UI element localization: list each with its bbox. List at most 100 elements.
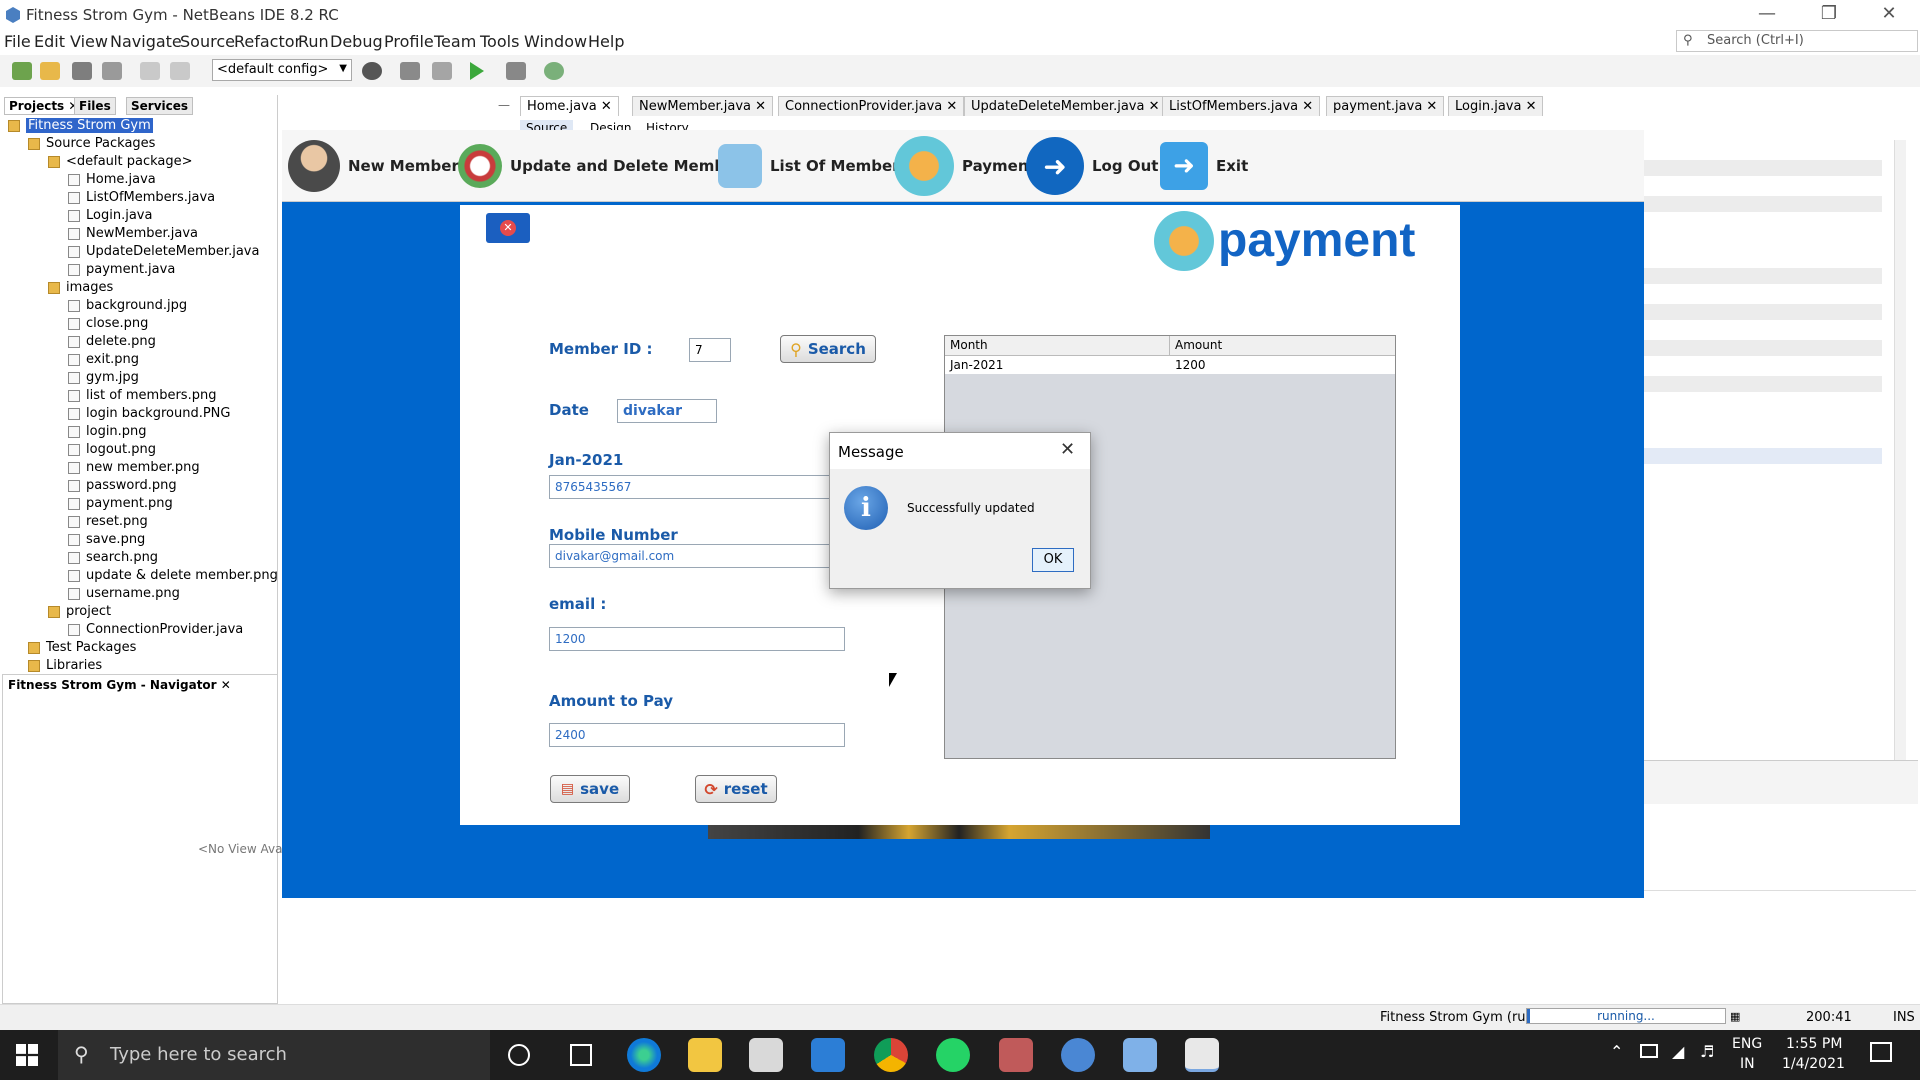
- menu-view[interactable]: View: [70, 32, 108, 51]
- dialog-close-icon[interactable]: ✕: [1060, 439, 1075, 460]
- new-member-button[interactable]: New Member: [288, 140, 459, 192]
- mobile-field[interactable]: 8765435567: [549, 475, 845, 499]
- qbittorrent-icon[interactable]: [1061, 1038, 1095, 1072]
- tab-listofmembers-java[interactable]: ListOfMembers.java ✕: [1162, 96, 1321, 116]
- new-project-icon[interactable]: [40, 62, 60, 80]
- tab-projects[interactable]: Projects ✕: [4, 97, 84, 115]
- tree-item[interactable]: gym.jpg: [68, 370, 139, 385]
- tree-item[interactable]: payment.png: [68, 496, 173, 511]
- undo-icon[interactable]: [140, 62, 160, 80]
- save-all-icon[interactable]: [102, 62, 122, 80]
- minimize-icon[interactable]: —: [1738, 0, 1796, 30]
- menu-window[interactable]: Window: [524, 32, 587, 51]
- tab-payment-java[interactable]: payment.java ✕: [1326, 96, 1445, 116]
- new-file-icon[interactable]: [12, 62, 32, 80]
- tree-item[interactable]: username.png: [68, 586, 180, 601]
- ide-search-input[interactable]: ⚲ Search (Ctrl+I): [1676, 30, 1918, 52]
- email-field[interactable]: divakar@gmail.com: [549, 544, 845, 568]
- tree-item[interactable]: background.jpg: [68, 298, 187, 313]
- tree-item[interactable]: UpdateDeleteMember.java: [68, 244, 259, 259]
- tree-item[interactable]: list of members.png: [68, 388, 216, 403]
- restore-icon[interactable]: ❐: [1800, 0, 1858, 30]
- config-select[interactable]: <default config> ▼: [212, 59, 352, 81]
- tab-files[interactable]: Files: [74, 97, 116, 115]
- tab-newmember-java[interactable]: NewMember.java ✕: [632, 96, 774, 116]
- tree-item[interactable]: save.png: [68, 532, 145, 547]
- date-field[interactable]: divakar: [617, 399, 717, 423]
- store-icon[interactable]: [749, 1038, 783, 1072]
- tree-item[interactable]: password.png: [68, 478, 177, 493]
- cortana-icon[interactable]: [508, 1044, 530, 1066]
- open-project-icon[interactable]: [72, 62, 92, 80]
- battery-icon[interactable]: [1640, 1044, 1658, 1058]
- menu-navigate[interactable]: Navigate: [110, 32, 182, 51]
- tree-item[interactable]: exit.png: [68, 352, 139, 367]
- tree-item[interactable]: login background.PNG: [68, 406, 230, 421]
- tree-item[interactable]: NewMember.java: [68, 226, 198, 241]
- menu-help[interactable]: Help: [588, 32, 624, 51]
- search-button[interactable]: ⚲ Search: [780, 335, 876, 363]
- volume-icon[interactable]: ♬: [1700, 1042, 1714, 1061]
- snip-tool-icon[interactable]: [999, 1038, 1033, 1072]
- java-icon[interactable]: [1185, 1038, 1219, 1072]
- tab-connectionprovider-java[interactable]: ConnectionProvider.java ✕: [778, 96, 965, 116]
- menu-refactor[interactable]: Refactor: [234, 32, 301, 51]
- tree-item[interactable]: close.png: [68, 316, 148, 331]
- close-window-icon[interactable]: ✕: [1860, 0, 1918, 30]
- tab-home-java[interactable]: Home.java ✕: [520, 96, 619, 116]
- tree-item[interactable]: project: [48, 604, 111, 619]
- tab-login-java[interactable]: Login.java ✕: [1448, 96, 1544, 116]
- task-view-icon[interactable]: [570, 1044, 592, 1066]
- tree-item[interactable]: new member.png: [68, 460, 200, 475]
- tree-item[interactable]: search.png: [68, 550, 158, 565]
- payment-nav-button[interactable]: Payment: [894, 136, 1036, 196]
- table-row[interactable]: Jan-2021 1200: [945, 356, 1395, 374]
- stop-icon[interactable]: ▦: [1730, 1010, 1740, 1023]
- netbeans-taskbar-icon[interactable]: [1123, 1038, 1157, 1072]
- menu-tools[interactable]: Tools: [480, 32, 519, 51]
- taskbar-search-input[interactable]: ⚲ Type here to search: [58, 1030, 490, 1080]
- tab-services[interactable]: Services: [126, 97, 194, 115]
- notifications-icon[interactable]: [1870, 1042, 1892, 1062]
- globe-icon[interactable]: [362, 62, 382, 80]
- language-indicator[interactable]: ENG: [1732, 1036, 1762, 1052]
- menu-profile[interactable]: Profile: [384, 32, 434, 51]
- ok-button[interactable]: OK: [1032, 548, 1074, 572]
- tree-item[interactable]: ListOfMembers.java: [68, 190, 215, 205]
- menu-team[interactable]: Team: [434, 32, 476, 51]
- menu-source[interactable]: Source: [180, 32, 235, 51]
- file-explorer-icon[interactable]: [688, 1038, 722, 1072]
- debug-icon[interactable]: [506, 62, 526, 80]
- redo-icon[interactable]: [170, 62, 190, 80]
- save-button[interactable]: ▤ save: [550, 775, 630, 803]
- clock-time[interactable]: 1:55 PM: [1786, 1036, 1842, 1052]
- whatsapp-icon[interactable]: [936, 1038, 970, 1072]
- wifi-icon[interactable]: ◢: [1672, 1042, 1684, 1061]
- tray-chevron-icon[interactable]: ⌃: [1610, 1042, 1623, 1061]
- logout-button[interactable]: ➜ Log Out: [1026, 137, 1158, 195]
- menu-file[interactable]: File: [4, 32, 31, 51]
- tree-item[interactable]: reset.png: [68, 514, 148, 529]
- chrome-icon[interactable]: [874, 1038, 908, 1072]
- editor-scrollbar[interactable]: [1894, 140, 1906, 760]
- menu-run[interactable]: Run: [298, 32, 329, 51]
- tree-item[interactable]: ConnectionProvider.java: [68, 622, 243, 637]
- tree-item[interactable]: Libraries: [28, 658, 102, 673]
- profile-icon[interactable]: [544, 62, 564, 80]
- menu-edit[interactable]: Edit: [34, 32, 65, 51]
- tab-updatedeletemember-java[interactable]: UpdateDeleteMember.java ✕: [964, 96, 1167, 116]
- edge-icon[interactable]: [627, 1038, 661, 1072]
- amount-field[interactable]: 1200: [549, 627, 845, 651]
- tree-item[interactable]: login.png: [68, 424, 147, 439]
- menu-debug[interactable]: Debug: [330, 32, 383, 51]
- tree-item[interactable]: update & delete member.png: [68, 568, 278, 583]
- run-icon[interactable]: [470, 62, 484, 80]
- tree-item[interactable]: payment.java: [68, 262, 175, 277]
- tree-item[interactable]: images: [48, 280, 113, 295]
- amount-to-pay-field[interactable]: 2400: [549, 723, 845, 747]
- mail-icon[interactable]: [811, 1038, 845, 1072]
- tree-item[interactable]: Fitness Strom Gym: [8, 118, 153, 133]
- build-icon[interactable]: [400, 62, 420, 80]
- tree-item[interactable]: delete.png: [68, 334, 156, 349]
- tree-item[interactable]: Test Packages: [28, 640, 136, 655]
